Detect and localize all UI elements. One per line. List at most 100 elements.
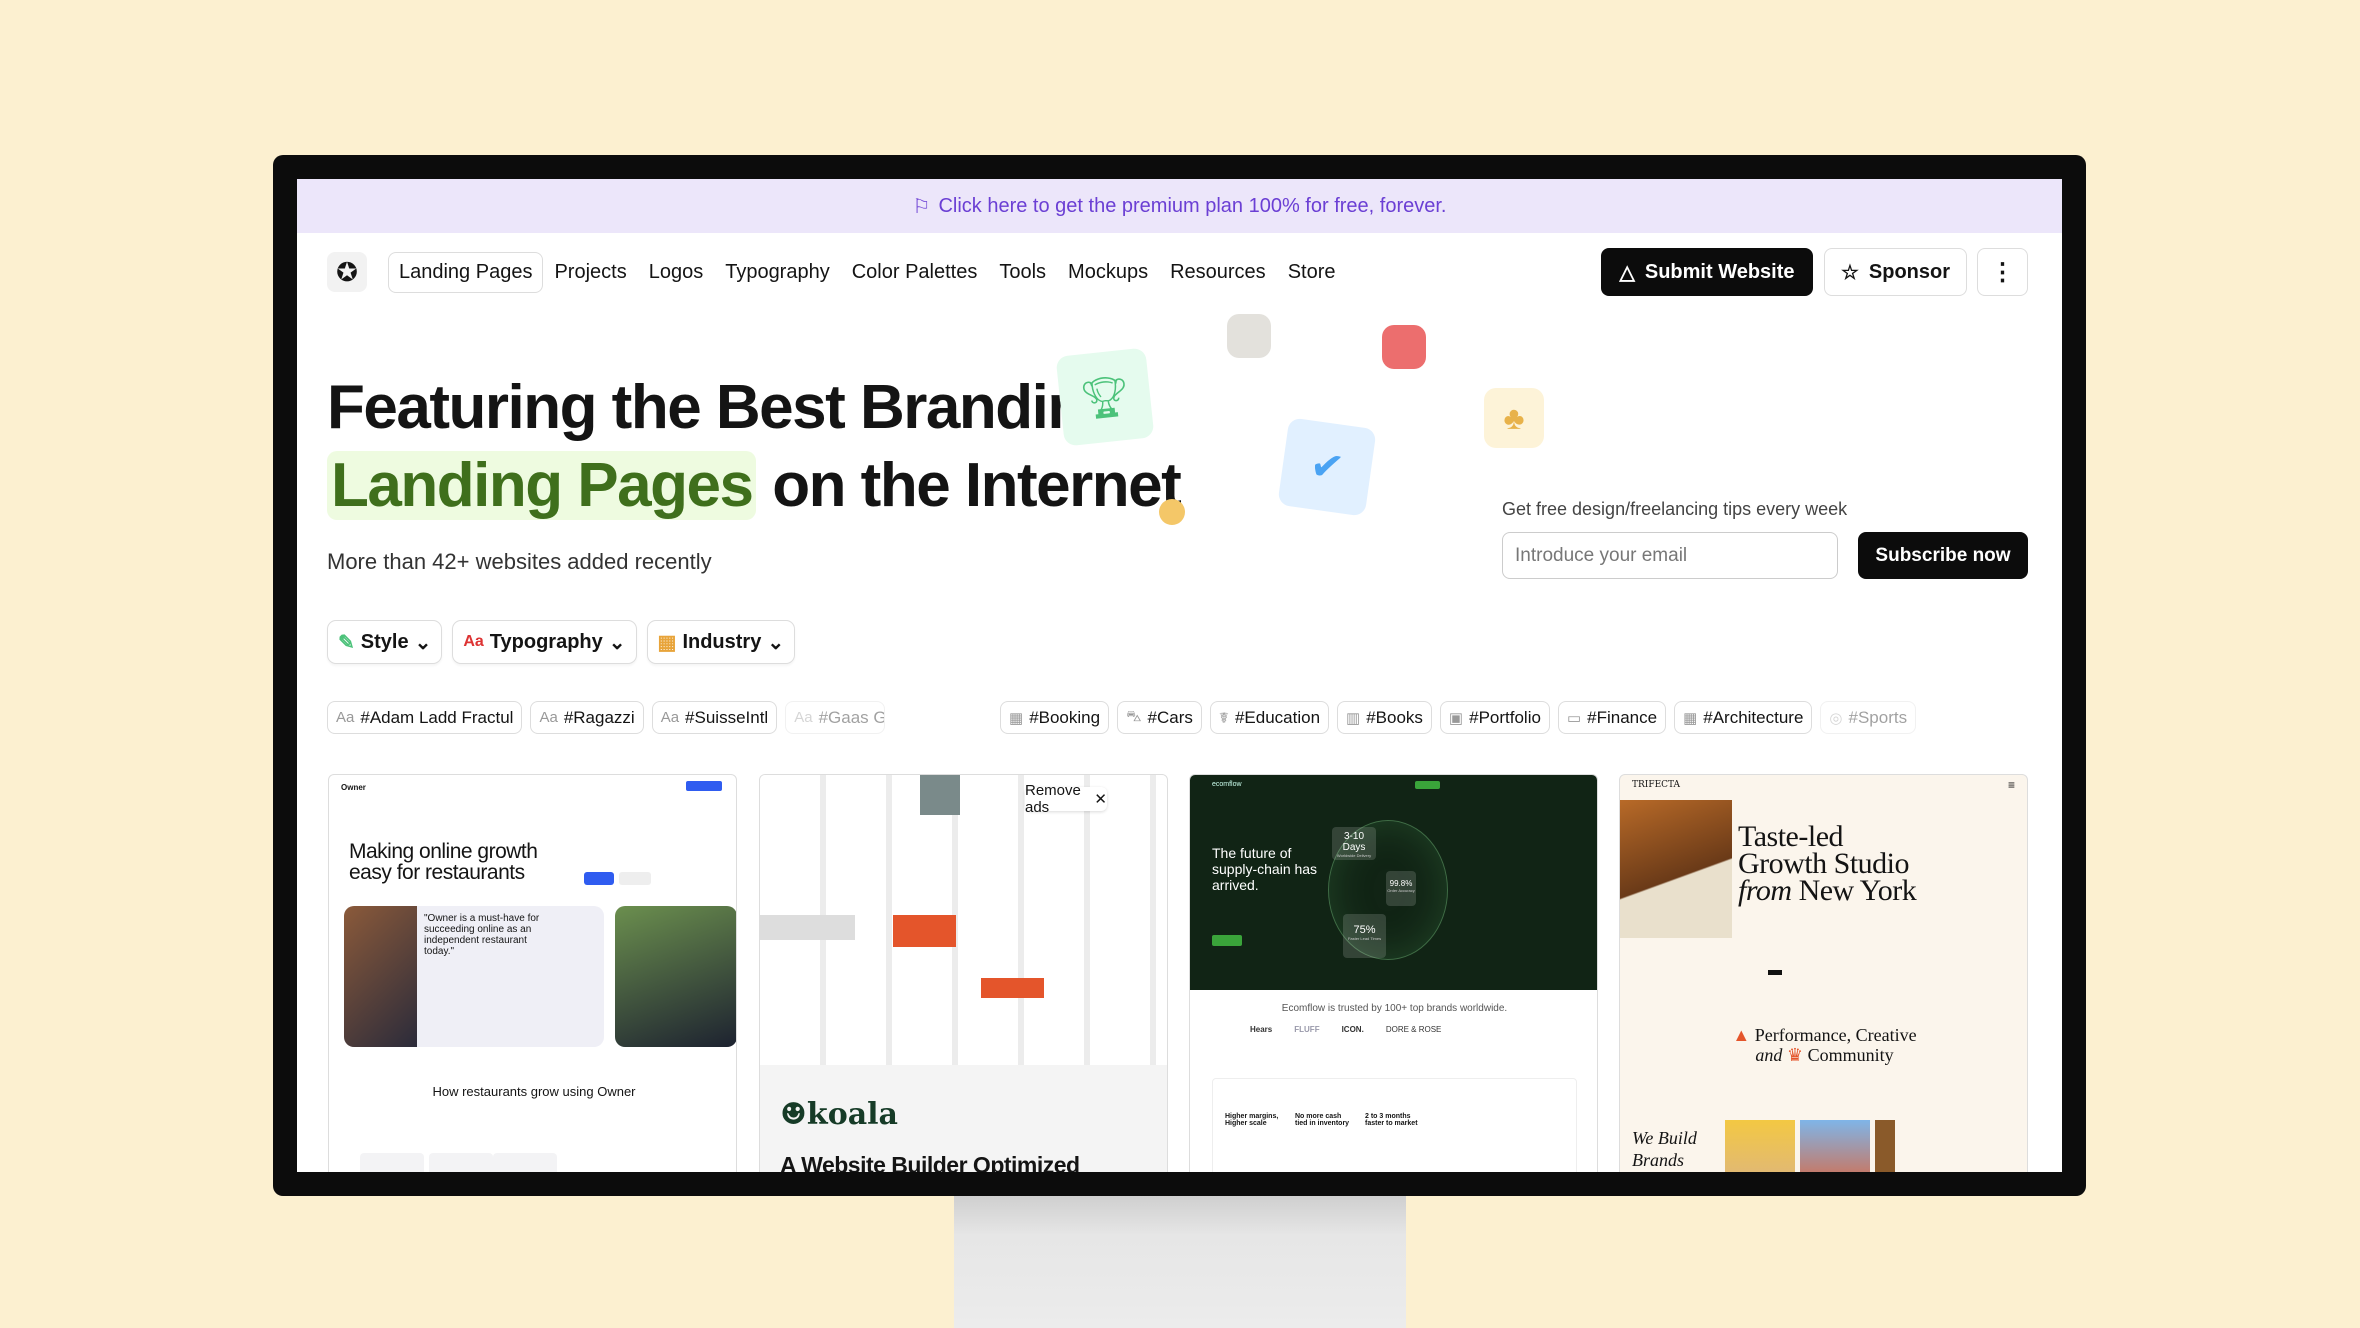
verified-badge-icon: ✔: [1277, 417, 1377, 517]
kebab-menu-icon[interactable]: ⋮: [1977, 248, 2028, 296]
card-collage-photo: [920, 775, 960, 815]
filter-bar: ✎ Style ⌄ Aa Typography ⌄ ▦ Industry ⌄: [327, 620, 796, 664]
font-aa-icon: Aa: [336, 709, 355, 726]
typography-filter[interactable]: Aa Typography ⌄: [452, 620, 637, 664]
nav-resources[interactable]: Resources: [1159, 252, 1277, 293]
card-collage-orange: [893, 915, 956, 947]
font-aa-icon: Aa: [794, 709, 813, 726]
tag-sports[interactable]: ◎ #Sports: [1820, 701, 1917, 734]
star-badge-icon[interactable]: ✪: [327, 252, 367, 292]
flame-icon: ▲: [1732, 1025, 1751, 1045]
card-headline: Taste-led Growth Studio from New York: [1738, 822, 1917, 907]
card-block: [360, 1153, 424, 1172]
site-card-ecomflow[interactable]: ecomflow The future of supply-chain has …: [1189, 774, 1598, 1172]
remove-ads-label: Remove ads: [1025, 782, 1081, 816]
tag-gaas[interactable]: Aa #Gaas G: [785, 701, 886, 734]
building-icon: ▦: [657, 631, 677, 654]
promo-text[interactable]: Click here to get the premium plan 100% …: [938, 195, 1446, 218]
banknote-icon: ▭: [1566, 709, 1582, 727]
nav-store[interactable]: Store: [1277, 252, 1347, 293]
stat-card: 99.8% Order Accuracy: [1386, 871, 1416, 906]
promo-banner[interactable]: ⚐ Click here to get the premium plan 100…: [297, 179, 2062, 233]
trusted-text: Ecomflow is trusted by 100+ top brands w…: [1281, 1003, 1508, 1014]
card-photo: [1620, 800, 1732, 938]
card-button: [1768, 970, 1782, 975]
tree-icon: ♣: [1484, 388, 1544, 448]
headline-line: New York: [1798, 874, 1917, 907]
tag-portfolio[interactable]: ▣ #Portfolio: [1439, 701, 1550, 734]
style-filter[interactable]: ✎ Style ⌄: [327, 620, 443, 664]
site-card-koala[interactable]: Remove ads ✕ ☻koala A Website Builder Opt…: [759, 774, 1168, 1172]
card-button: [1212, 935, 1242, 946]
tag-books[interactable]: ▥ #Books: [1337, 701, 1432, 734]
brush-icon: ✎: [338, 631, 355, 654]
tag-ragazzi[interactable]: Aa #Ragazzi: [530, 701, 644, 734]
sponsor-button[interactable]: ☆ Sponsor: [1824, 248, 1967, 296]
chevron-down-icon: ⌄: [608, 631, 626, 654]
chevron-down-icon: ⌄: [414, 631, 432, 654]
tag-booking[interactable]: ▦ #Booking: [1000, 701, 1110, 734]
nav-color-palettes[interactable]: Color Palettes: [841, 252, 989, 293]
red-square-decoration: [1382, 325, 1426, 369]
image-icon: ▣: [1448, 709, 1464, 727]
stat-value: 99.8%: [1389, 879, 1413, 888]
nav-logos[interactable]: Logos: [638, 252, 715, 293]
feature-title: Higher margins, Higher scale: [1225, 1113, 1279, 1127]
site-card-trifecta[interactable]: TRIFECTA ≡ Taste-led Growth Studio from …: [1619, 774, 2028, 1172]
subscribe-button[interactable]: Subscribe now: [1858, 532, 2028, 579]
nav-mockups[interactable]: Mockups: [1057, 252, 1159, 293]
card-photo: [1875, 1120, 1895, 1172]
card-block: [493, 1153, 557, 1172]
submit-website-button[interactable]: △ Submit Website: [1601, 248, 1813, 296]
tag-label: #Finance: [1587, 707, 1658, 727]
tag-label: #Booking: [1029, 707, 1101, 727]
card-bottom-text: We Build Brands by: [1632, 1128, 1697, 1170]
tag-architecture[interactable]: ▦ #Architecture: [1674, 701, 1813, 734]
graduation-icon: ☤: [1218, 709, 1229, 727]
site-card-owner[interactable]: Owner Making online growth easy for rest…: [328, 774, 737, 1172]
card-photo: [1725, 1120, 1795, 1172]
cursor-flag-icon: ⚐: [912, 195, 931, 218]
nav-projects[interactable]: Projects: [543, 252, 637, 293]
card-collage-orange: [981, 978, 1044, 998]
card-button: [619, 872, 651, 885]
feature-title: 2 to 3 months faster to market: [1365, 1113, 1418, 1127]
tag-label: #Sports: [1848, 707, 1908, 727]
tag-label: #Gaas G: [818, 707, 886, 727]
title-rest: on the Internet: [772, 451, 1182, 520]
stat-label: Worldwide Delivery: [1336, 853, 1372, 858]
tag-label: #Books: [1366, 707, 1423, 727]
tag-adam-ladd-fractul[interactable]: Aa #Adam Ladd Fractul: [327, 701, 523, 734]
brand-logo: ICON.: [1341, 1025, 1364, 1034]
card-photo: [615, 906, 736, 1047]
yellow-dot-decoration: [1159, 499, 1185, 525]
monitor-stand: [954, 1196, 1406, 1328]
warning-triangle-icon: △: [1619, 261, 1635, 284]
tag-cars[interactable]: ⛍ #Cars: [1117, 701, 1202, 734]
tag-suisseintl[interactable]: Aa #SuisseIntl: [651, 701, 778, 734]
remove-ads-button[interactable]: Remove ads ✕: [1025, 782, 1107, 816]
industry-filter[interactable]: ▦ Industry ⌄: [646, 620, 796, 664]
card-headline: A Website Builder Optimized: [780, 1152, 1080, 1172]
card-photo: [1800, 1120, 1870, 1172]
email-input[interactable]: [1502, 532, 1838, 579]
card-cta: [1415, 781, 1440, 789]
card-collage-photo: [760, 915, 855, 940]
tag-education[interactable]: ☤ #Education: [1209, 701, 1330, 734]
stat-value: 3-10 Days: [1342, 831, 1366, 853]
brand-logo: Hears: [1250, 1025, 1273, 1034]
nav-typography[interactable]: Typography: [714, 252, 841, 293]
newsletter-label: Get free design/freelancing tips every w…: [1502, 499, 1848, 519]
tag-finance[interactable]: ▭ #Finance: [1557, 701, 1667, 734]
page-subtitle: More than 42+ websites added recently: [327, 549, 712, 574]
card-button: [584, 872, 614, 885]
filter-label: Industry: [682, 630, 762, 653]
card-tagline: ▲ Performance, Creative and ♛ Community: [1620, 1025, 2027, 1065]
koala-brand: koala: [806, 1097, 898, 1132]
grey-square-decoration: [1227, 314, 1271, 358]
nav-landing-pages[interactable]: Landing Pages: [388, 251, 544, 293]
tag-label: #Portfolio: [1469, 707, 1541, 727]
koala-icon: ☻: [780, 1097, 807, 1132]
nav-tools[interactable]: Tools: [988, 252, 1057, 293]
submit-label: Submit Website: [1644, 260, 1795, 283]
